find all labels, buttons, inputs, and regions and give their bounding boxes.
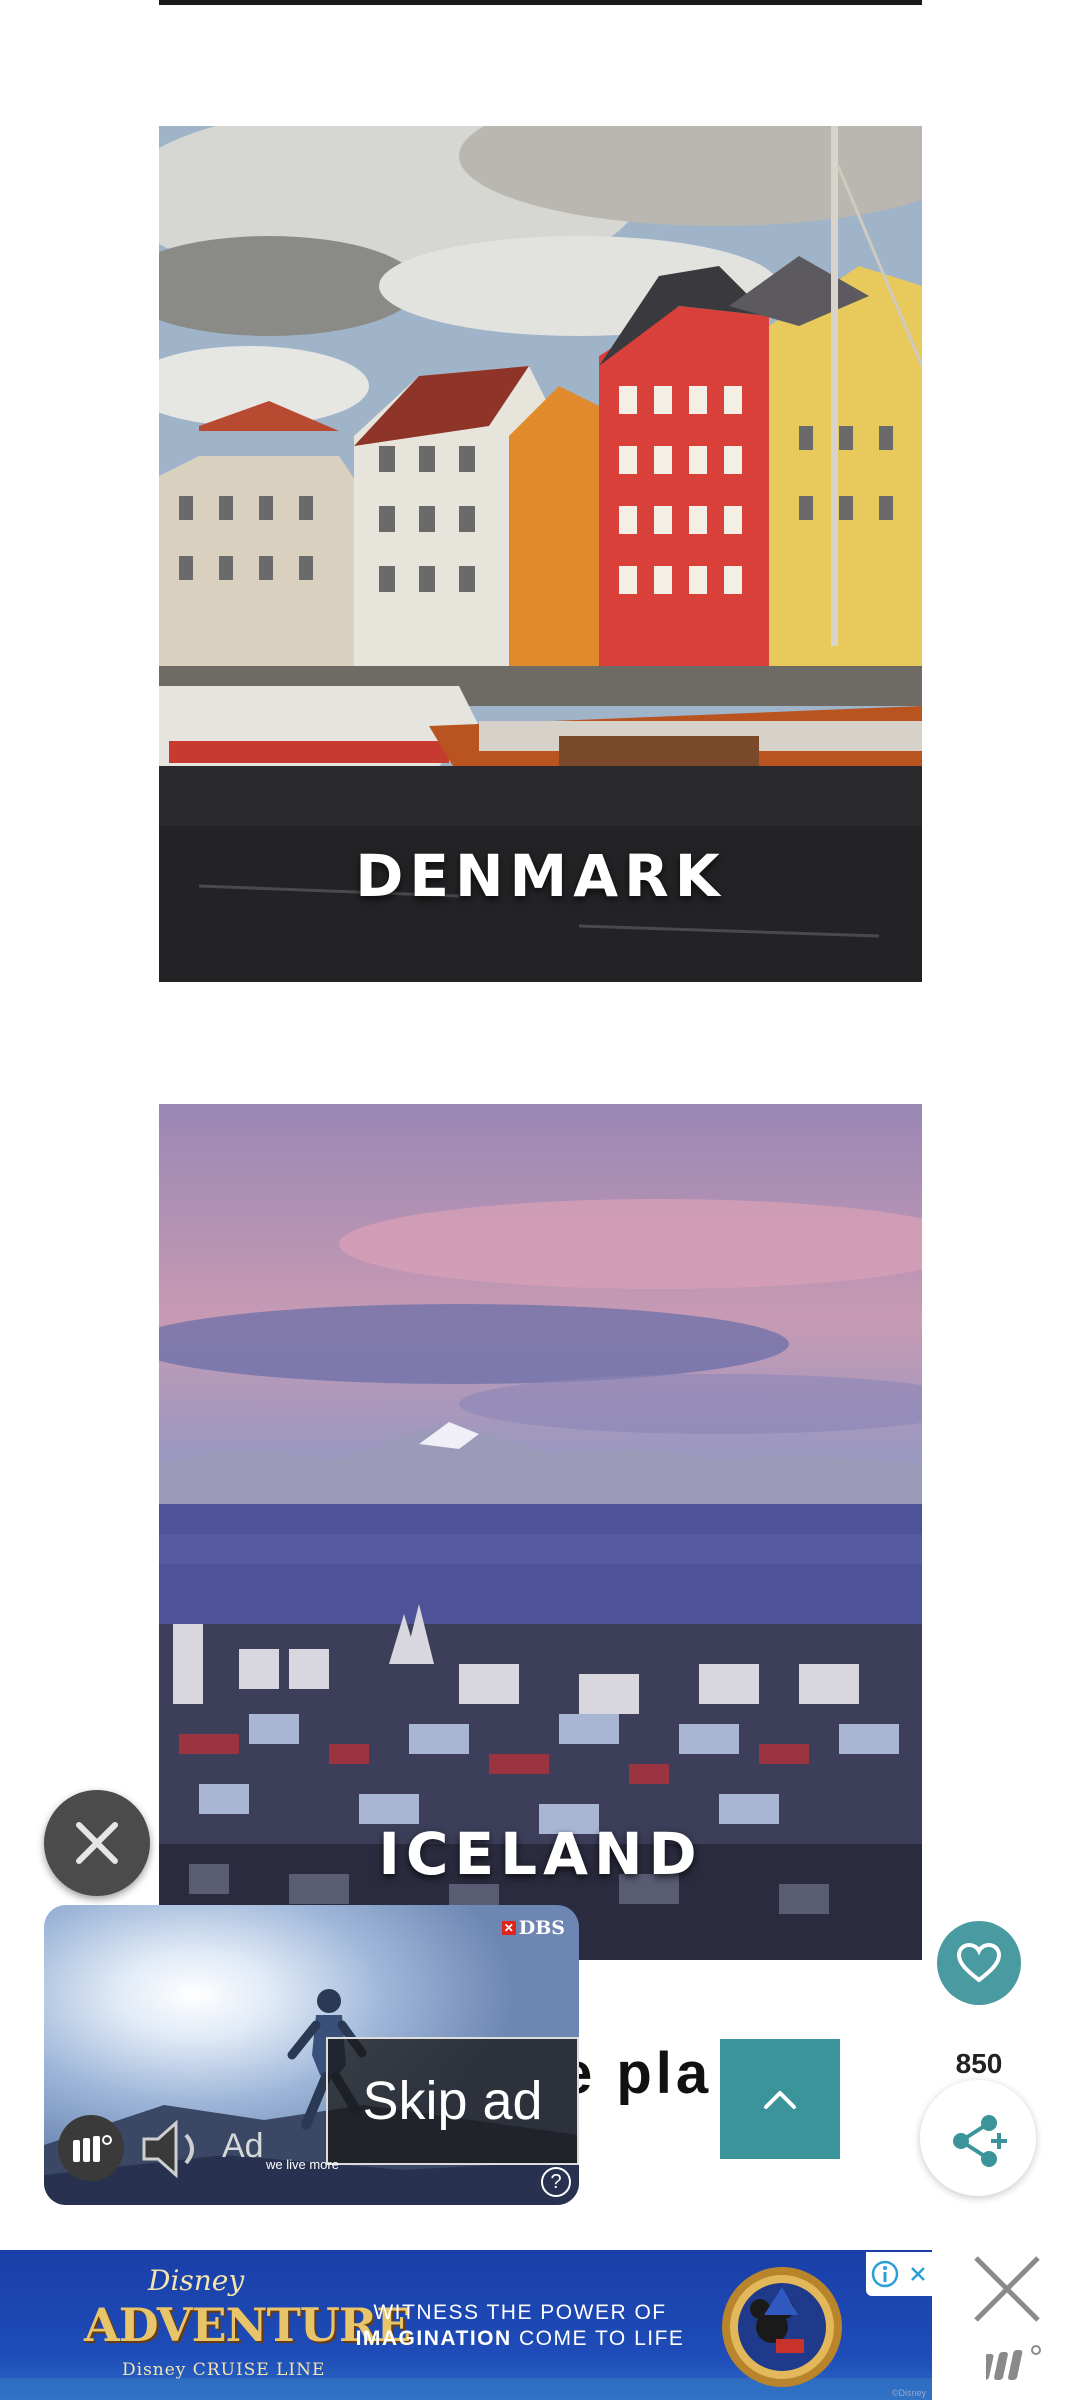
adchoices-button[interactable] <box>866 2252 932 2296</box>
close-banner-button[interactable] <box>972 2254 1042 2324</box>
mickey-medallion-icon <box>722 2267 842 2387</box>
close-icon <box>76 1822 118 1864</box>
share-icon <box>953 2115 1007 2167</box>
banner-tagline: WITNESS THE POWER OF IMAGINATION COME TO… <box>330 2300 710 2352</box>
iceland-photo[interactable]: ICELAND <box>159 1104 922 1960</box>
share-count: 850 <box>955 2048 1003 2079</box>
favorite-button[interactable] <box>937 1921 1021 2005</box>
speaker-icon[interactable] <box>140 2117 210 2181</box>
tagline-line2: IMAGINATION COME TO LIFE <box>330 2326 710 2352</box>
share-button[interactable] <box>920 2080 1036 2196</box>
denmark-photo[interactable]: DENMARK <box>159 126 922 982</box>
dbs-brand: ✕ DBS <box>501 1917 565 1939</box>
dbs-brand-text: DBS <box>518 1917 565 1939</box>
disney-logo-text: Disney <box>148 2264 245 2297</box>
dbs-logo-icon: ✕ <box>501 1921 516 1935</box>
banner-copyright: ©Disney <box>891 2388 926 2398</box>
skip-ad-button[interactable]: Skip ad <box>326 2037 579 2165</box>
help-icon[interactable]: ? <box>541 2167 571 2197</box>
close-video-ad-button[interactable] <box>44 1790 150 1896</box>
close-icon <box>911 2267 925 2281</box>
partial-heading: e pla <box>560 2041 713 2106</box>
video-ad-player[interactable]: ✕ DBS Skip ad Ad we live more ? <box>44 1905 579 2205</box>
chevron-up-icon <box>764 2091 796 2109</box>
scroll-to-top-button[interactable] <box>720 2039 840 2159</box>
previous-image-edge <box>159 0 922 5</box>
adchoices-icon <box>871 2260 899 2288</box>
cruise-line-text: Disney CRUISE LINE <box>122 2360 326 2380</box>
iceland-label: ICELAND <box>378 1820 703 1888</box>
ad-label: Ad <box>222 2127 264 2165</box>
ad-caption: we live more <box>266 2157 339 2172</box>
tagline-line1: WITNESS THE POWER OF <box>373 2301 667 2324</box>
tagline-bold: IMAGINATION <box>355 2327 512 2350</box>
tagline-rest: COME TO LIFE <box>511 2327 685 2350</box>
mediavine-player-logo <box>58 2115 124 2181</box>
heart-icon <box>956 1942 1002 1983</box>
mediavine-logo <box>986 2345 1041 2380</box>
denmark-label: DENMARK <box>355 842 726 910</box>
mediavine-icon <box>73 2135 112 2162</box>
disney-banner-ad[interactable]: Disney ADVENTURE Disney CRUISE LINE WITN… <box>0 2250 932 2400</box>
